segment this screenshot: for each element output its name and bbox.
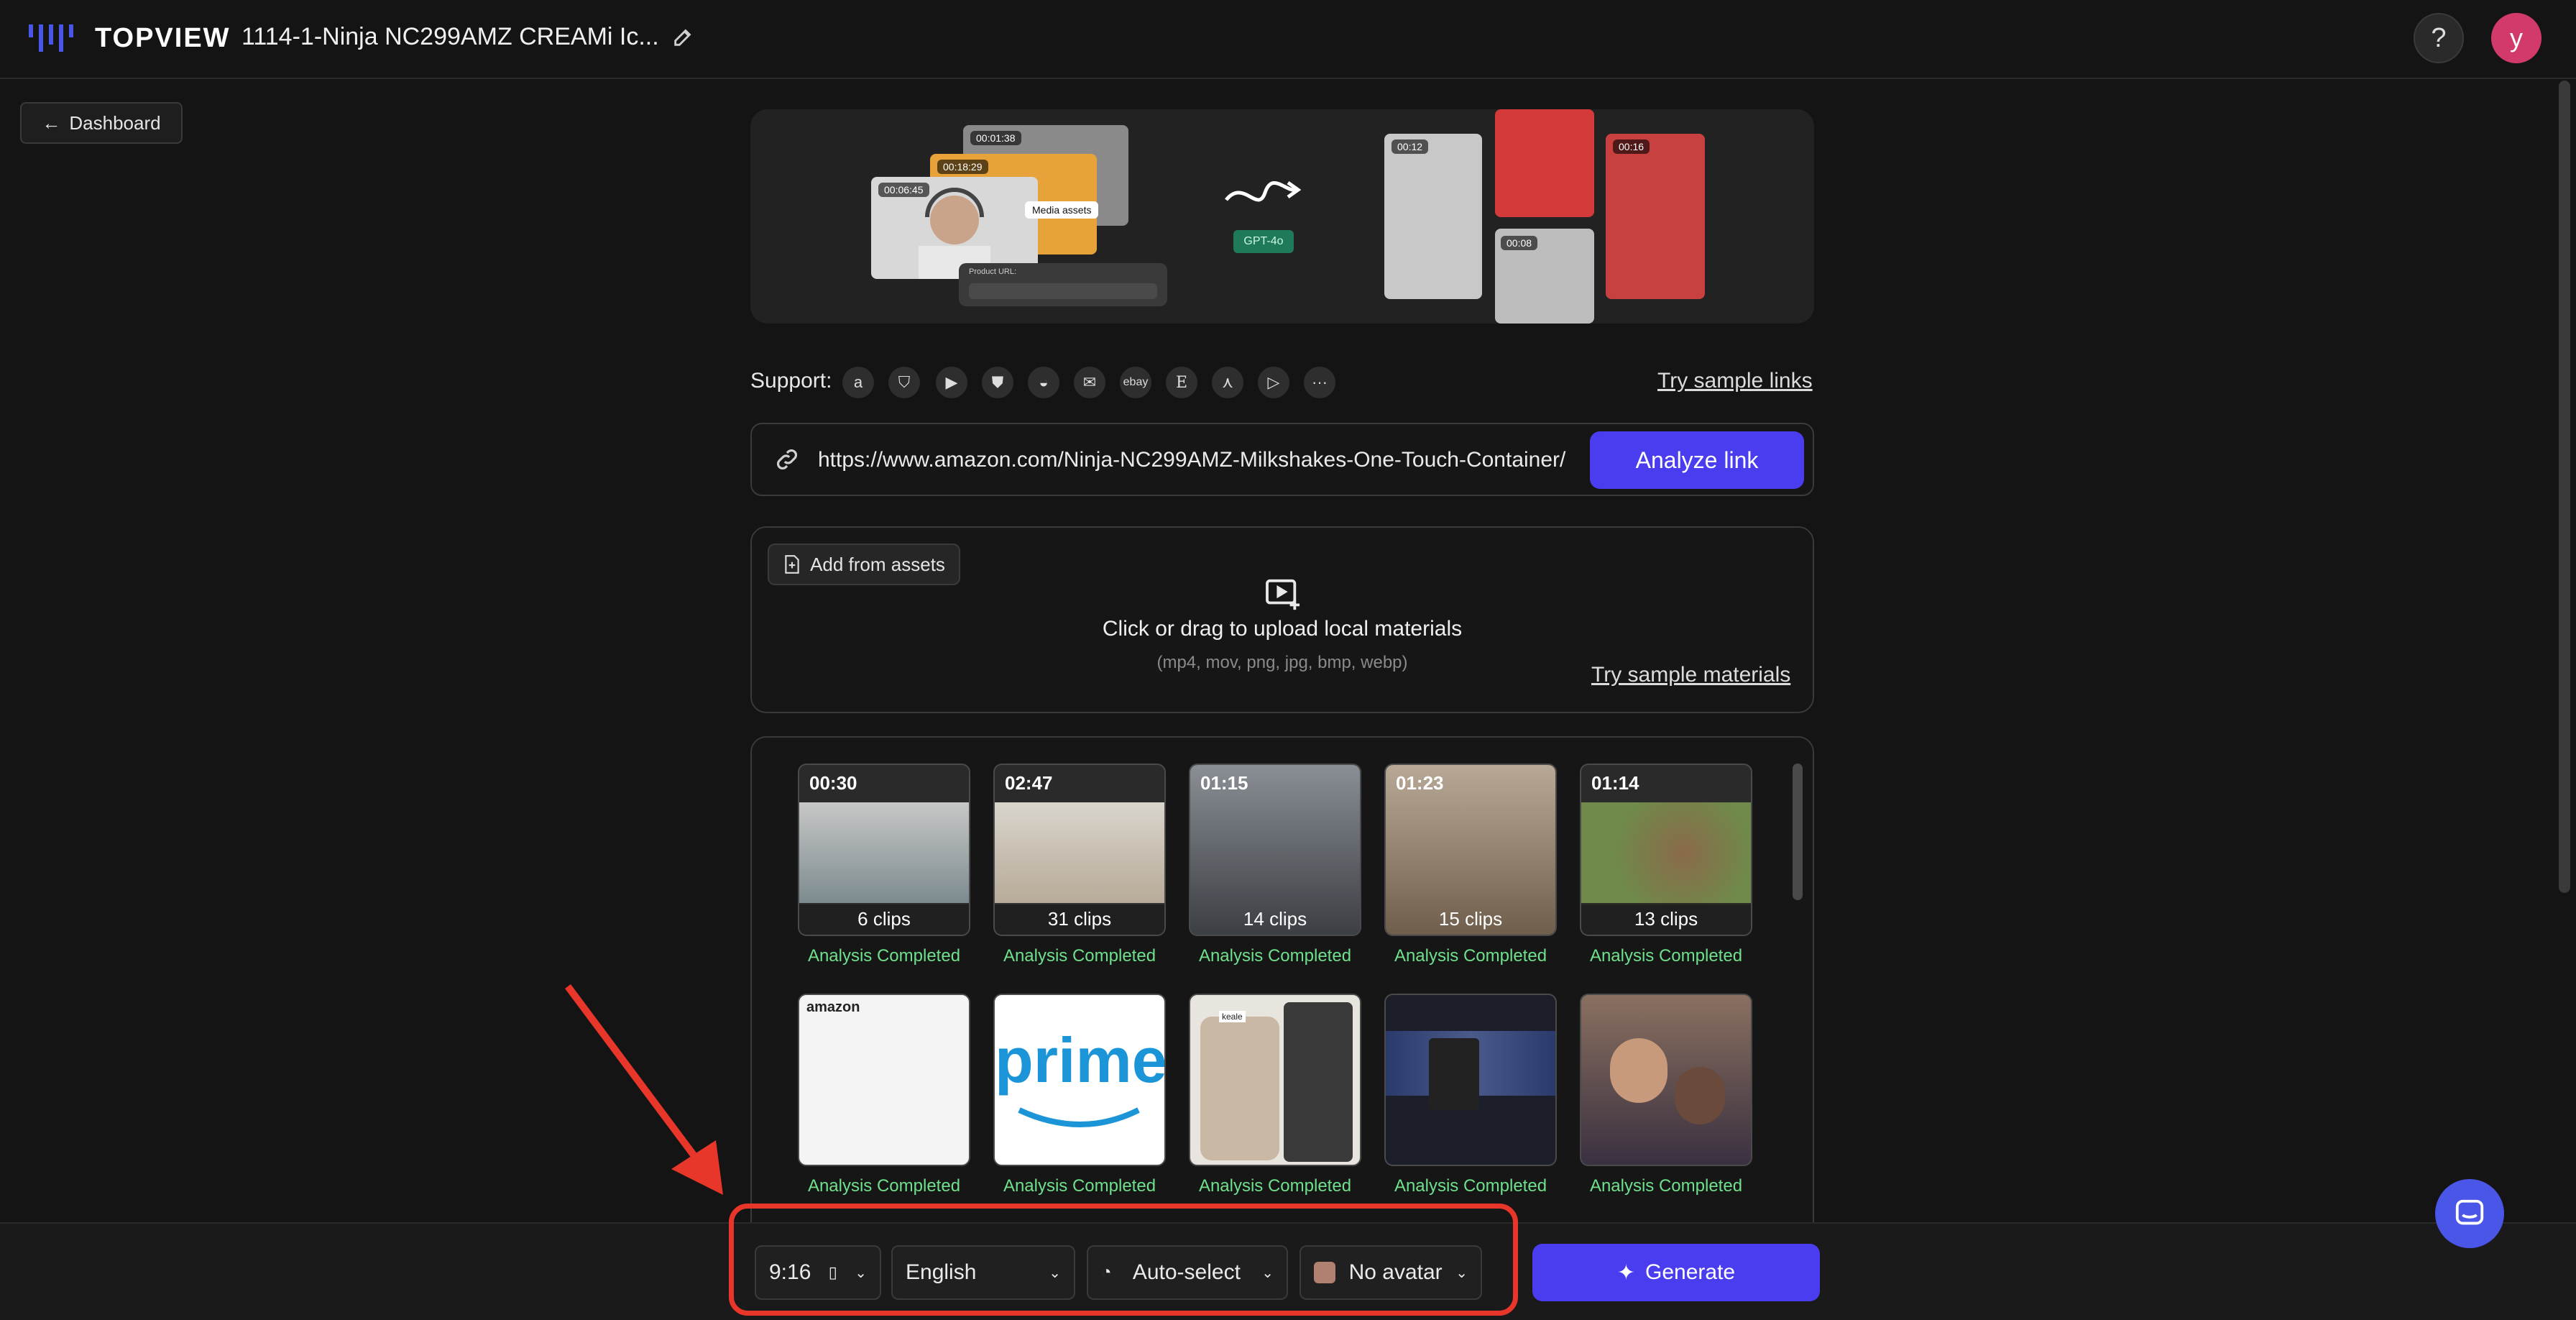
logo-text[interactable]: TOPVIEW (95, 22, 231, 55)
amazon-icon[interactable]: a (842, 367, 874, 398)
video-upload-icon (1266, 579, 1300, 610)
banner-duration: 00:18:29 (937, 160, 988, 174)
grid-scrollbar[interactable] (1793, 764, 1803, 900)
video-clip-count: 13 clips (1581, 903, 1751, 935)
image-tile[interactable] (1384, 994, 1557, 1166)
image-tile[interactable]: keale (1189, 994, 1361, 1166)
video-tile[interactable]: 01:14 13 clips (1580, 764, 1752, 936)
topview-logo-icon (29, 24, 73, 52)
video-tile[interactable]: 00:30 6 clips (798, 764, 970, 936)
image-tile[interactable] (1580, 994, 1752, 1166)
prime-logo-image: prime (995, 1025, 1166, 1096)
video-duration: 02:47 (1005, 772, 1053, 794)
analysis-status: Analysis Completed (1003, 1176, 1156, 1196)
analysis-status: Analysis Completed (807, 1176, 961, 1196)
analysis-status: Analysis Completed (1394, 946, 1547, 966)
more-icon[interactable]: ··· (1304, 367, 1335, 398)
output-video-card (1495, 109, 1594, 217)
product-url-label: Product URL: (969, 267, 1017, 276)
materials-grid: 00:30 6 clips Analysis Completed 02:47 3… (750, 736, 1814, 1239)
video-tile[interactable]: 02:47 31 clips (993, 764, 1166, 936)
generate-button[interactable]: ✦ Generate (1532, 1244, 1820, 1301)
google-play-icon[interactable]: ▷ (1258, 367, 1289, 398)
video-duration: 01:23 (1396, 772, 1444, 794)
output-video-card (1606, 134, 1705, 299)
output-video-card (1384, 134, 1482, 299)
smile-arrow-icon (1018, 1107, 1140, 1127)
amazon-logos-image: amazon (806, 999, 860, 1015)
analysis-status: Analysis Completed (1198, 946, 1352, 966)
annotation-arrow-icon (564, 984, 723, 1195)
shopify-icon[interactable]: ⛉ (888, 367, 920, 398)
product-url-input[interactable] (818, 440, 1609, 480)
dashboard-button[interactable]: ← Dashboard (20, 102, 183, 144)
sparkle-icon: ✦ (1616, 1260, 1636, 1285)
video-duration: 01:14 (1591, 772, 1639, 794)
banner-duration: 00:06:45 (878, 183, 929, 197)
analysis-status: Analysis Completed (807, 946, 961, 966)
add-from-assets-button[interactable]: Add from assets (768, 544, 960, 585)
video-tile[interactable]: 01:23 15 clips (1384, 764, 1557, 936)
image-tile[interactable]: amazon (798, 994, 970, 1166)
analysis-status: Analysis Completed (1003, 946, 1156, 966)
analysis-status: Analysis Completed (1394, 1176, 1547, 1196)
gpt-badge: GPT-4o (1233, 230, 1294, 253)
support-label: Support: (750, 369, 832, 393)
annotation-highlight-box (729, 1204, 1518, 1316)
aliexpress-icon[interactable]: ◒ (1028, 367, 1059, 398)
dashboard-label: Dashboard (69, 111, 161, 134)
arrow-left-icon: ← (42, 111, 61, 134)
edit-icon[interactable] (671, 24, 696, 49)
app-store-icon[interactable]: ⋏ (1212, 367, 1243, 398)
chat-icon (2455, 1199, 2484, 1225)
try-sample-materials[interactable]: Try sample materials (1591, 663, 1790, 687)
project-title: 1114-1-Ninja NC299AMZ CREAMi Ic... (242, 23, 659, 50)
video-clip-count: 31 clips (995, 903, 1164, 935)
link-icon (777, 449, 797, 469)
banner-duration: 00:01:38 (970, 131, 1021, 145)
image-tile[interactable]: prime (993, 994, 1166, 1166)
mail-icon[interactable]: ✉ (1074, 367, 1105, 398)
file-add-icon (785, 555, 799, 574)
video-duration: 01:15 (1200, 772, 1248, 794)
support-chat-button[interactable] (2435, 1179, 2504, 1248)
feature-banner: 00:01:38 00:18:29 00:06:45 Media assets … (750, 109, 1814, 324)
etsy-icon[interactable]: E (1166, 367, 1197, 398)
product-url-box: Product URL: (959, 263, 1167, 306)
shopping-bag-icon[interactable]: ⛊ (982, 367, 1013, 398)
ebay-icon[interactable]: ebay (1120, 367, 1151, 398)
media-assets-tag: Media assets (1025, 201, 1099, 219)
output-duration: 00:12 (1392, 139, 1429, 154)
output-duration: 00:08 (1501, 236, 1538, 250)
video-clip-count: 14 clips (1243, 907, 1307, 930)
try-sample-links[interactable]: Try sample links (1657, 367, 1813, 395)
user-avatar[interactable]: y (2491, 13, 2542, 63)
analyze-link-button[interactable]: Analyze link (1590, 431, 1804, 489)
analysis-status: Analysis Completed (1589, 946, 1743, 966)
url-bar: Analyze link (750, 423, 1814, 496)
analysis-status: Analysis Completed (1198, 1176, 1352, 1196)
generate-label: Generate (1645, 1260, 1736, 1284)
help-button[interactable]: ? (2414, 13, 2464, 63)
video-duration: 00:30 (809, 772, 857, 794)
video-tile[interactable]: 01:15 14 clips (1189, 764, 1361, 936)
upload-title: Click or drag to upload local materials (1102, 617, 1463, 641)
youtube-icon[interactable]: ▶ (936, 367, 967, 398)
output-duration: 00:16 (1613, 139, 1650, 154)
add-from-assets-label: Add from assets (810, 553, 945, 575)
page-scrollbar[interactable] (2559, 81, 2570, 893)
product-label-text: keale (1219, 1011, 1246, 1022)
video-clip-count: 15 clips (1438, 907, 1503, 930)
video-clip-count: 6 clips (799, 903, 969, 935)
upload-dropzone[interactable]: Add from assets Click or drag to upload … (750, 526, 1814, 713)
transform-arrow-icon (1225, 180, 1301, 202)
top-header: TOPVIEW 1114-1-Ninja NC299AMZ CREAMi Ic.… (0, 0, 2576, 79)
analysis-status: Analysis Completed (1589, 1176, 1743, 1196)
